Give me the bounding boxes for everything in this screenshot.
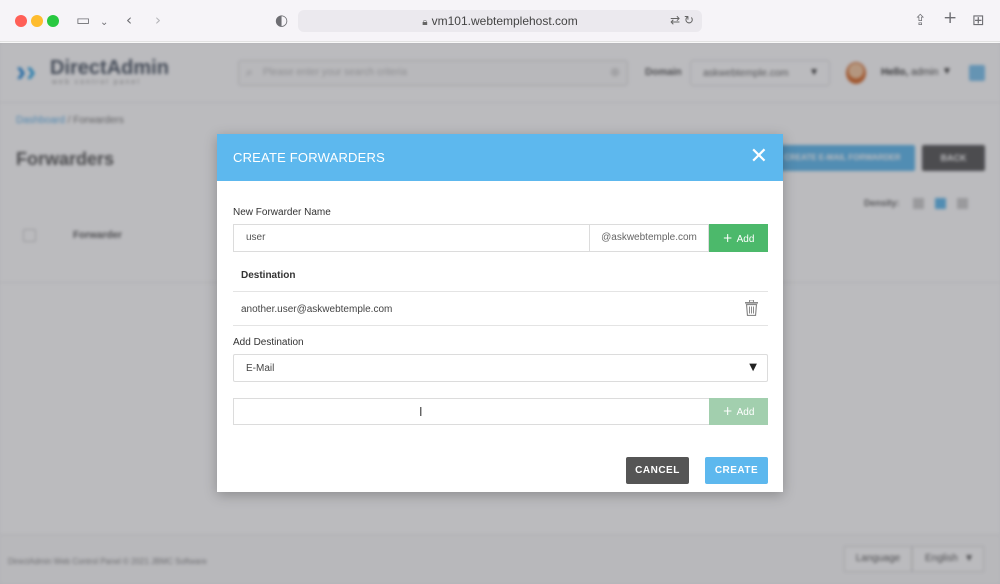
cancel-button[interactable]: CANCEL: [626, 457, 689, 484]
chevron-down-icon: ▼: [749, 362, 757, 373]
add-label: Add: [736, 234, 755, 245]
plus-icon: +: [722, 231, 733, 245]
destination-heading: Destination: [241, 270, 296, 281]
trash-icon[interactable]: [745, 300, 758, 316]
new-tab-icon[interactable]: +: [943, 9, 957, 27]
destination-email-input[interactable]: I: [233, 398, 709, 425]
plus-icon: +: [722, 404, 733, 418]
add-destination-button[interactable]: + Add: [709, 398, 768, 425]
add-destination-label: Add Destination: [233, 337, 304, 348]
destination-type-select[interactable]: E-Mail ▼: [233, 354, 768, 382]
minimize-window-button[interactable]: [31, 15, 43, 27]
shield-icon[interactable]: ◐: [275, 11, 288, 29]
sidebar-icon[interactable]: ▭: [76, 11, 90, 29]
add-destination-button-label: Add: [736, 407, 755, 418]
destination-type-value: E-Mail: [246, 363, 275, 374]
close-window-button[interactable]: [15, 15, 27, 27]
destination-row: another.user@askwebtemple.com: [233, 292, 768, 326]
dialog-title: CREATE FORWARDERS: [233, 150, 385, 165]
url-text: vm101.webtemplehost.com: [431, 14, 578, 28]
tab-overview-icon[interactable]: ⊞: [972, 11, 985, 29]
share-icon[interactable]: ⇪: [914, 11, 927, 29]
address-bar[interactable]: 🔒︎ vm101.webtemplehost.com ⇄ ↻: [298, 10, 702, 32]
forward-icon[interactable]: ›: [155, 11, 161, 29]
back-icon[interactable]: ‹: [126, 11, 132, 29]
destination-value: another.user@askwebtemple.com: [241, 304, 393, 315]
forwarder-name-input[interactable]: user: [233, 224, 589, 252]
destination-table-header: Destination: [233, 260, 768, 292]
add-forwarder-name-button[interactable]: + Add: [709, 224, 768, 252]
browser-toolbar: ▭ ⌄ ‹ › ◐ 🔒︎ vm101.webtemplehost.com ⇄ ↻ …: [0, 0, 1000, 42]
domain-suffix: @askwebtemple.com: [589, 224, 709, 252]
forwarder-name-label: New Forwarder Name: [233, 207, 331, 218]
create-forwarders-dialog: CREATE FORWARDERS ✕ New Forwarder Name u…: [217, 134, 783, 492]
close-icon[interactable]: ✕: [750, 146, 768, 168]
zoom-window-button[interactable]: [47, 15, 59, 27]
create-button[interactable]: CREATE: [705, 457, 768, 484]
chevron-down-icon[interactable]: ⌄: [100, 14, 108, 32]
lock-icon: 🔒︎: [422, 17, 428, 28]
dialog-header: CREATE FORWARDERS ✕: [217, 134, 783, 181]
text-cursor-icon: I: [419, 405, 423, 419]
translate-reload-icons[interactable]: ⇄ ↻: [670, 13, 694, 27]
